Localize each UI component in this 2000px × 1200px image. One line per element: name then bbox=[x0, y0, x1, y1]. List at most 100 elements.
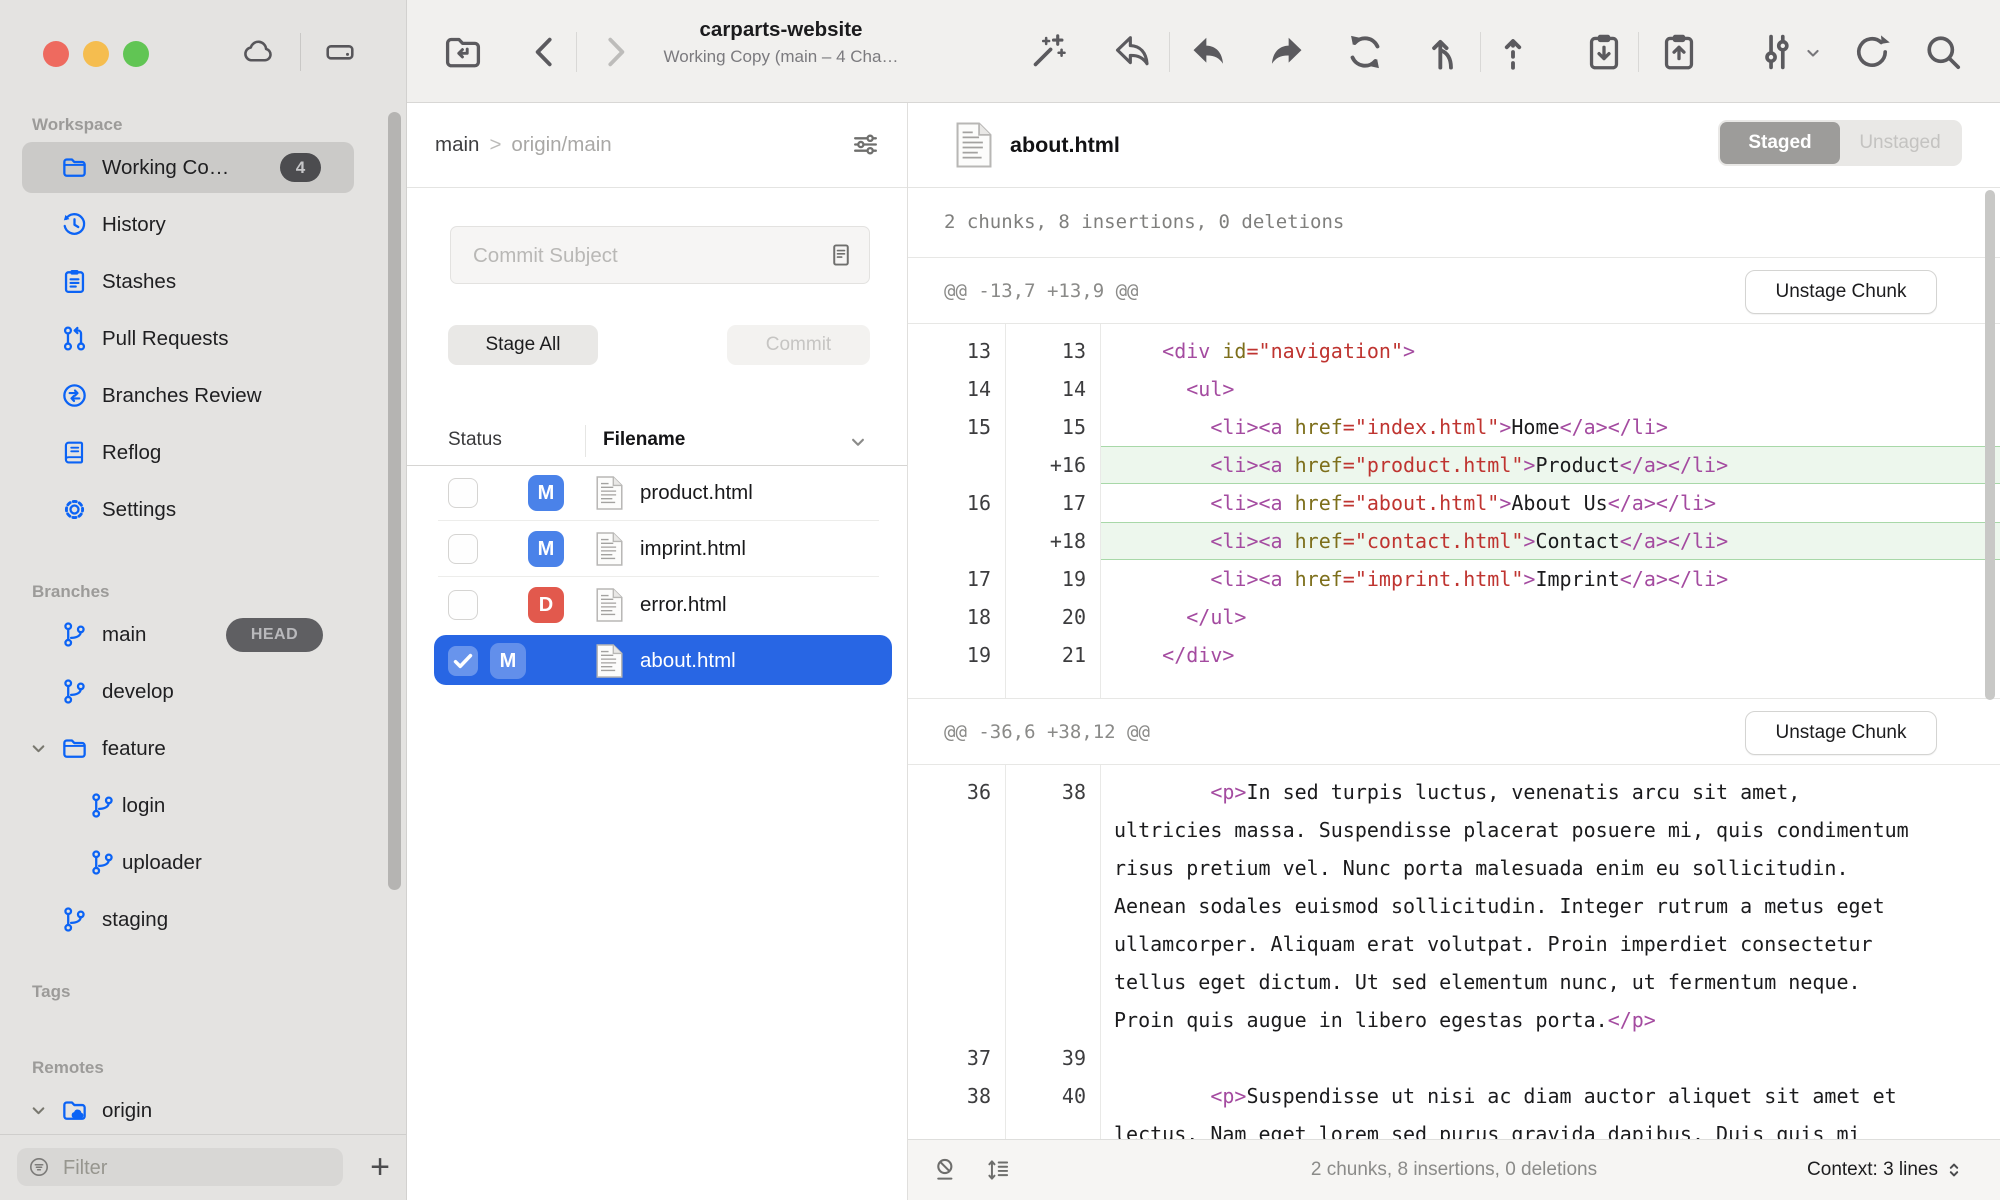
forward-icon[interactable] bbox=[595, 30, 635, 74]
back-icon[interactable] bbox=[525, 30, 565, 74]
file-icon bbox=[595, 588, 624, 622]
branch-icon bbox=[60, 677, 89, 706]
stage-all-button[interactable]: Stage All bbox=[448, 325, 598, 365]
stage-checkbox[interactable] bbox=[448, 534, 478, 564]
zoom-window-button[interactable] bbox=[123, 41, 149, 67]
pull-icon[interactable] bbox=[1186, 30, 1230, 74]
section-title-branches: Branches bbox=[32, 578, 392, 606]
sidebar-item-working-co-[interactable]: Working Co…4 bbox=[0, 139, 392, 196]
context-lines-label: Context: 3 lines bbox=[1807, 1159, 1938, 1181]
sidebar-item-origin[interactable]: origin bbox=[0, 1082, 392, 1139]
chevron-down-icon[interactable] bbox=[1802, 42, 1824, 64]
traffic-lights bbox=[43, 41, 149, 67]
diff-line: 1414 <ul> bbox=[908, 370, 2000, 408]
view-options-icon[interactable] bbox=[850, 129, 881, 160]
diff-line: 1820 </ul> bbox=[908, 598, 2000, 636]
count-badge: 4 bbox=[280, 153, 321, 182]
chevron-down-icon[interactable] bbox=[27, 1099, 50, 1122]
refresh-icon[interactable] bbox=[1850, 30, 1894, 74]
sidebar-scrollbar[interactable] bbox=[388, 112, 401, 890]
local-drive-icon[interactable] bbox=[322, 34, 358, 70]
sidebar-item-staging[interactable]: staging bbox=[0, 891, 392, 948]
old-line-number: 14 bbox=[908, 370, 1005, 408]
sidebar-item-reflog[interactable]: Reflog bbox=[0, 424, 392, 481]
fetch-icon[interactable] bbox=[1110, 30, 1154, 74]
sidebar-item-develop[interactable]: develop bbox=[0, 663, 392, 720]
sidebar-filter-bar: + bbox=[0, 1134, 406, 1200]
diff-line: 1515 <li><a href="index.html">Home</a></… bbox=[908, 408, 2000, 446]
commit-subject-input[interactable] bbox=[471, 227, 815, 285]
quick-actions-icon[interactable] bbox=[1026, 30, 1070, 74]
unstage-chunk-button[interactable]: Unstage Chunk bbox=[1745, 270, 1937, 314]
tab-unstaged[interactable]: Unstaged bbox=[1840, 122, 1960, 164]
filter-input[interactable] bbox=[17, 1148, 343, 1186]
column-status[interactable]: Status bbox=[448, 429, 502, 451]
section-title-tags: Tags bbox=[32, 978, 392, 1006]
staged-unstaged-toggle: StagedUnstaged bbox=[1718, 120, 1962, 166]
push-icon[interactable] bbox=[1265, 30, 1309, 74]
sidebar-item-history[interactable]: History bbox=[0, 196, 392, 253]
file-name: error.html bbox=[640, 577, 727, 633]
diff-line: 3840 <p>Suspendisse ut nisi ac diam auct… bbox=[908, 1077, 2000, 1140]
column-filename[interactable]: Filename bbox=[603, 429, 685, 451]
sidebar-item-feature[interactable]: feature bbox=[0, 720, 392, 777]
diff-scrollbar[interactable] bbox=[1985, 190, 1995, 700]
status-badge: M bbox=[528, 531, 564, 567]
cloud-icon[interactable] bbox=[240, 34, 276, 70]
sidebar-item-label: develop bbox=[102, 663, 174, 720]
rebase-icon[interactable] bbox=[1491, 30, 1535, 74]
stash-icon[interactable] bbox=[1582, 30, 1626, 74]
file-row-error.html[interactable]: Derror.html bbox=[407, 577, 907, 633]
stage-checkbox[interactable] bbox=[448, 478, 478, 508]
filter-text-field[interactable] bbox=[61, 1148, 335, 1188]
sidebar-item-stashes[interactable]: Stashes bbox=[0, 253, 392, 310]
diff-line: 1617 <li><a href="about.html">About Us</… bbox=[908, 484, 2000, 522]
toolbar-divider bbox=[1169, 32, 1170, 72]
minimize-window-button[interactable] bbox=[83, 41, 109, 67]
new-line-number: 39 bbox=[1005, 1039, 1100, 1077]
code-line: <li><a href="about.html">About Us</a></l… bbox=[1100, 484, 2000, 522]
toolbar: carparts-website Working Copy (main – 4 … bbox=[407, 0, 2000, 103]
file-row-product.html[interactable]: Mproduct.html bbox=[407, 465, 907, 521]
stage-checkbox[interactable] bbox=[448, 646, 478, 676]
sidebar-item-login[interactable]: login bbox=[0, 777, 392, 834]
stage-checkbox[interactable] bbox=[448, 590, 478, 620]
file-row-imprint.html[interactable]: Mimprint.html bbox=[407, 521, 907, 577]
code-line: <p>In sed turpis luctus, venenatis arcu … bbox=[1100, 773, 2000, 1039]
breadcrumb-separator: > bbox=[489, 133, 501, 157]
chevron-down-icon[interactable] bbox=[27, 737, 50, 760]
folder-cloud-icon bbox=[60, 1096, 89, 1125]
merge-icon[interactable] bbox=[1422, 30, 1466, 74]
context-stepper-icon[interactable] bbox=[1942, 1158, 1966, 1182]
commit-subject-field[interactable] bbox=[450, 226, 870, 284]
new-line-number: 19 bbox=[1005, 560, 1100, 598]
reflog-icon bbox=[60, 438, 89, 467]
sidebar-item-uploader[interactable]: uploader bbox=[0, 834, 392, 891]
sidebar-item-settings[interactable]: Settings bbox=[0, 481, 392, 538]
sidebar-item-pull-requests[interactable]: Pull Requests bbox=[0, 310, 392, 367]
close-window-button[interactable] bbox=[43, 41, 69, 67]
new-line-number: 21 bbox=[1005, 636, 1100, 674]
code-line: <div id="navigation"> bbox=[1100, 332, 2000, 370]
file-icon bbox=[595, 532, 624, 566]
gear-icon bbox=[60, 495, 89, 524]
tab-staged[interactable]: Staged bbox=[1720, 122, 1840, 164]
workspace-options-icon[interactable] bbox=[1754, 30, 1798, 74]
commit-button[interactable]: Commit bbox=[727, 325, 870, 365]
search-icon[interactable] bbox=[1921, 30, 1965, 74]
new-line-number: 15 bbox=[1005, 408, 1100, 446]
sidebar-item-main[interactable]: mainHEAD bbox=[0, 606, 392, 663]
file-row-about.html[interactable]: Mabout.html bbox=[407, 633, 907, 689]
old-line-number: 18 bbox=[908, 598, 1005, 636]
unstage-chunk-button[interactable]: Unstage Chunk bbox=[1745, 711, 1937, 755]
open-repo-icon[interactable] bbox=[441, 30, 485, 74]
sync-icon[interactable] bbox=[1343, 30, 1387, 74]
sort-chevron-icon[interactable] bbox=[845, 429, 871, 455]
add-repository-button[interactable]: + bbox=[370, 1143, 390, 1191]
sidebar-item-branches-review[interactable]: Branches Review bbox=[0, 367, 392, 424]
unstash-icon[interactable] bbox=[1657, 30, 1701, 74]
sidebar-item-label: main bbox=[102, 606, 146, 663]
commit-description-icon[interactable] bbox=[827, 241, 855, 269]
new-line-number: 13 bbox=[1005, 332, 1100, 370]
folder-icon bbox=[60, 153, 89, 182]
